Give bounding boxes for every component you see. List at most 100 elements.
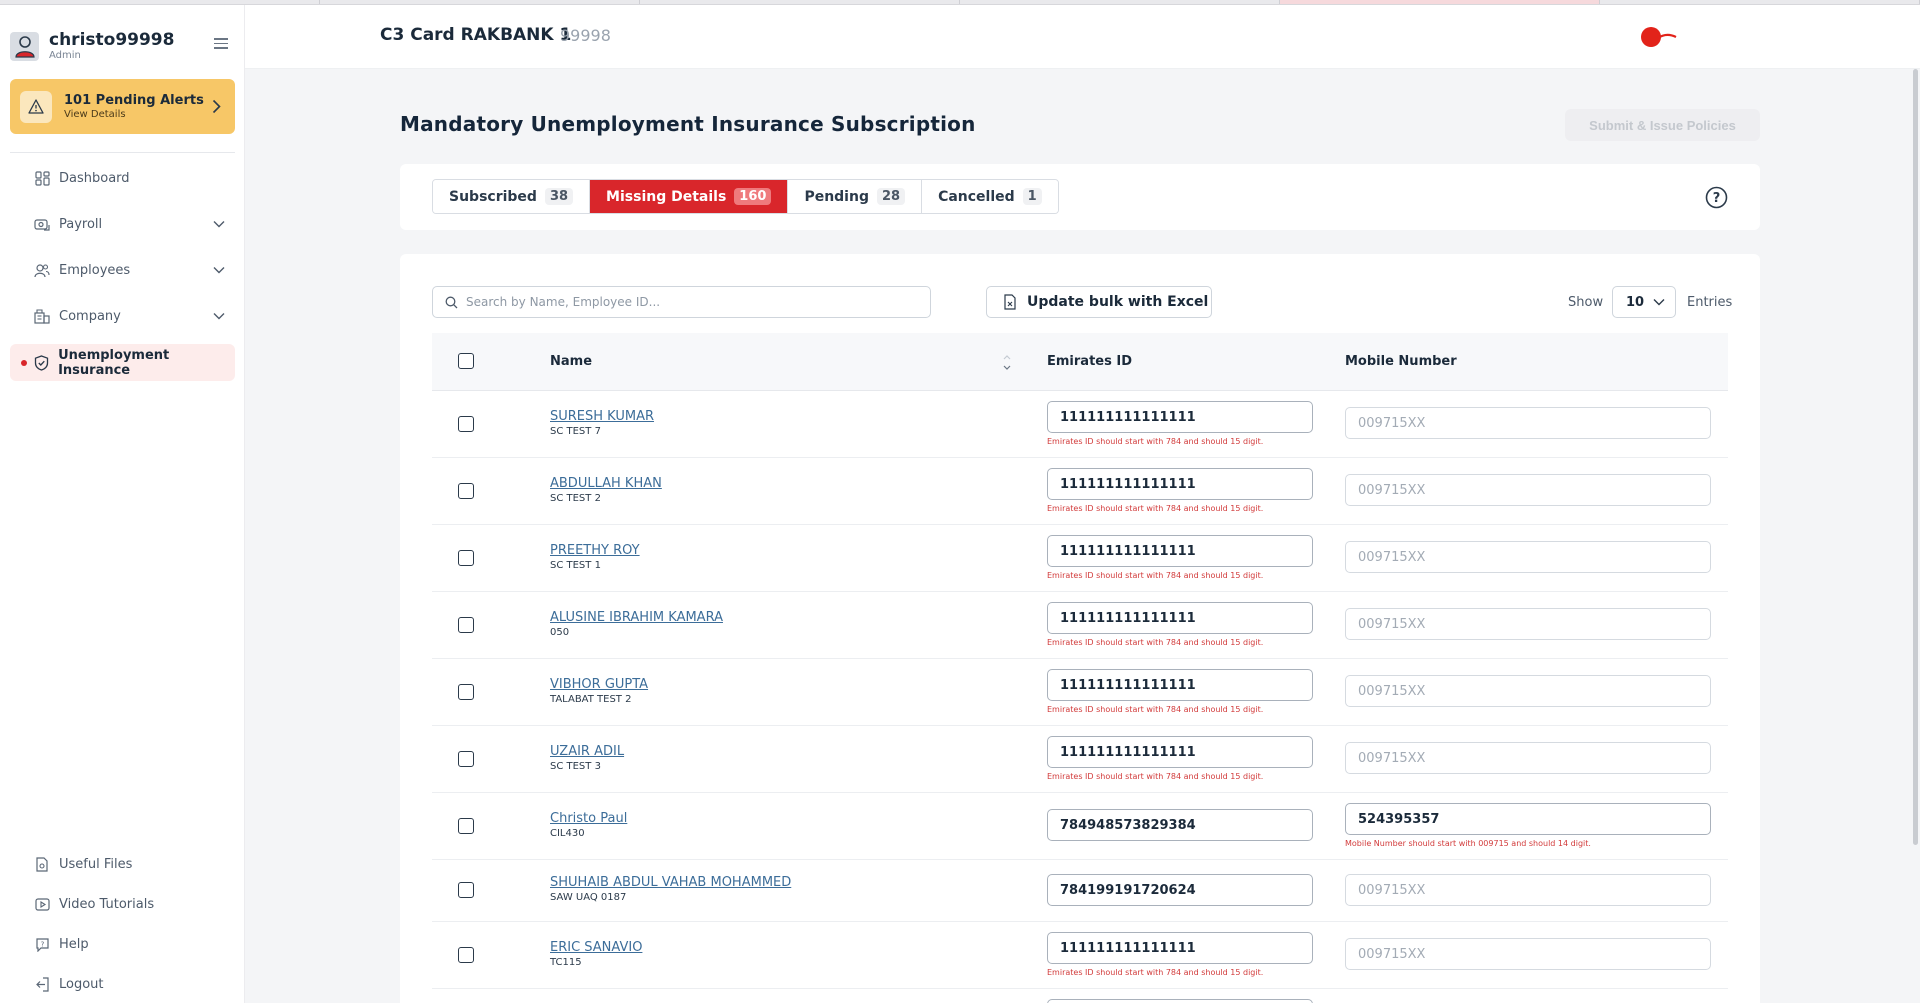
employee-name-link[interactable]: ALUSINE IBRAHIM KAMARA bbox=[550, 610, 723, 625]
sidebar: christo99998 Admin 101 Pending Alerts Vi… bbox=[0, 5, 245, 1003]
table-row bbox=[432, 989, 1728, 1003]
avatar bbox=[10, 31, 39, 61]
sidebar-nav: Dashboard Payroll Employees Company Unem… bbox=[10, 160, 235, 390]
column-header-mobile-number: Mobile Number bbox=[1345, 354, 1457, 369]
emirates-id-input[interactable] bbox=[1047, 809, 1313, 841]
update-bulk-excel-button[interactable]: Update bulk with Excel bbox=[986, 286, 1212, 318]
search-field[interactable] bbox=[432, 286, 931, 318]
row-checkbox[interactable] bbox=[458, 617, 474, 633]
employee-name-link[interactable]: ABDULLAH KHAN bbox=[550, 476, 662, 491]
emirates-id-input[interactable] bbox=[1047, 602, 1313, 634]
sidebar-item-employees[interactable]: Employees bbox=[10, 252, 235, 289]
employee-name-link[interactable]: ERIC SANAVIO bbox=[550, 940, 642, 955]
tab-label: Cancelled bbox=[938, 188, 1015, 205]
employee-code: TALABAT TEST 2 bbox=[550, 694, 632, 705]
logout-icon bbox=[34, 976, 50, 992]
brand-logo-icon bbox=[1641, 27, 1677, 47]
submit-issue-policies-button[interactable]: Submit & Issue Policies bbox=[1565, 109, 1760, 141]
page-scrollbar[interactable] bbox=[1913, 69, 1918, 845]
row-checkbox[interactable] bbox=[458, 818, 474, 834]
emirates-id-error: Emirates ID should start with 784 and sh… bbox=[1047, 968, 1264, 977]
mobile-number-input[interactable] bbox=[1345, 742, 1711, 774]
sidebar-item-payroll[interactable]: Payroll bbox=[10, 206, 235, 243]
employee-name-link[interactable]: UZAIR ADIL bbox=[550, 744, 624, 759]
mobile-number-error: Mobile Number should start with 009715 a… bbox=[1345, 839, 1591, 848]
emirates-id-input[interactable] bbox=[1047, 932, 1313, 964]
page-title: Mandatory Unemployment Insurance Subscri… bbox=[400, 112, 976, 136]
employee-code: SC TEST 2 bbox=[550, 493, 601, 504]
entries-value: 10 bbox=[1626, 294, 1645, 310]
emirates-id-input[interactable] bbox=[1047, 468, 1313, 500]
excel-file-icon bbox=[1003, 294, 1017, 310]
sidebar-item-useful-files[interactable]: Useful Files bbox=[10, 848, 235, 880]
row-checkbox[interactable] bbox=[458, 882, 474, 898]
employee-name-link[interactable]: VIBHOR GUPTA bbox=[550, 677, 648, 692]
row-checkbox[interactable] bbox=[458, 684, 474, 700]
table-row: PREETHY ROY SC TEST 1 Emirates ID should… bbox=[432, 525, 1728, 592]
sidebar-item-video-tutorials[interactable]: Video Tutorials bbox=[10, 888, 235, 920]
row-checkbox[interactable] bbox=[458, 483, 474, 499]
emirates-id-input[interactable] bbox=[1047, 874, 1313, 906]
sidebar-item-label: Company bbox=[59, 309, 121, 324]
table-row: VIBHOR GUPTA TALABAT TEST 2 Emirates ID … bbox=[432, 659, 1728, 726]
employee-name-link[interactable]: SHUHAIB ABDUL VAHAB MOHAMMED bbox=[550, 875, 791, 890]
emirates-id-error: Emirates ID should start with 784 and sh… bbox=[1047, 772, 1264, 781]
emirates-id-error: Emirates ID should start with 784 and sh… bbox=[1047, 504, 1264, 513]
mobile-number-input[interactable] bbox=[1345, 608, 1711, 640]
row-checkbox[interactable] bbox=[458, 751, 474, 767]
emirates-id-input[interactable] bbox=[1047, 736, 1313, 768]
emirates-id-input[interactable] bbox=[1047, 535, 1313, 567]
table-row: ALUSINE IBRAHIM KAMARA 050 Emirates ID s… bbox=[432, 592, 1728, 659]
table-row: Christo Paul CIL430 Mobile Number should… bbox=[432, 793, 1728, 860]
mobile-number-input[interactable] bbox=[1345, 407, 1711, 439]
search-input[interactable] bbox=[466, 295, 906, 309]
pending-alerts-card[interactable]: 101 Pending Alerts View Details bbox=[10, 79, 235, 134]
alert-subtitle: View Details bbox=[64, 109, 126, 120]
sidebar-item-help[interactable]: ? Help bbox=[10, 928, 235, 960]
sidebar-item-dashboard[interactable]: Dashboard bbox=[10, 160, 235, 197]
sidebar-item-unemployment-insurance[interactable]: Unemployment Insurance bbox=[10, 344, 235, 381]
employee-name-link[interactable]: PREETHY ROY bbox=[550, 543, 640, 558]
select-all-checkbox[interactable] bbox=[458, 353, 474, 369]
tab-cancelled[interactable]: Cancelled 1 bbox=[922, 180, 1058, 213]
tab-pending[interactable]: Pending 28 bbox=[788, 180, 923, 213]
svg-text:?: ? bbox=[1713, 191, 1721, 206]
table-row: SURESH KUMAR SC TEST 7 Emirates ID shoul… bbox=[432, 391, 1728, 458]
sidebar-item-logout[interactable]: Logout bbox=[10, 968, 235, 1000]
sidebar-item-label: Payroll bbox=[59, 217, 103, 232]
chevron-right-icon bbox=[212, 99, 221, 114]
emirates-id-input[interactable] bbox=[1047, 999, 1313, 1003]
tab-missing-details[interactable]: Missing Details 160 bbox=[590, 180, 789, 213]
mobile-number-input[interactable] bbox=[1345, 938, 1711, 970]
sidebar-divider bbox=[10, 152, 235, 153]
sidebar-item-company[interactable]: Company bbox=[10, 298, 235, 335]
emirates-id-input[interactable] bbox=[1047, 669, 1313, 701]
emirates-id-input[interactable] bbox=[1047, 401, 1313, 433]
sidebar-item-label: Help bbox=[59, 936, 89, 952]
top-header: C3 Card RAKBANK 1 99998 bbox=[245, 5, 1920, 69]
employee-name-link[interactable]: SURESH KUMAR bbox=[550, 409, 654, 424]
tab-count: 28 bbox=[876, 188, 906, 205]
row-checkbox[interactable] bbox=[458, 416, 474, 432]
menu-toggle-icon[interactable] bbox=[214, 38, 228, 50]
mobile-number-input[interactable] bbox=[1345, 541, 1711, 573]
mobile-number-input[interactable] bbox=[1345, 874, 1711, 906]
user-profile[interactable]: christo99998 Admin bbox=[10, 26, 240, 66]
mobile-number-input[interactable] bbox=[1345, 474, 1711, 506]
mobile-number-input[interactable] bbox=[1345, 803, 1711, 835]
row-checkbox[interactable] bbox=[458, 550, 474, 566]
employee-code: TC115 bbox=[550, 957, 582, 968]
tab-subscribed[interactable]: Subscribed 38 bbox=[433, 180, 591, 213]
sidebar-item-label: Unemployment Insurance bbox=[58, 347, 170, 378]
company-icon bbox=[34, 309, 50, 325]
user-icon bbox=[14, 36, 35, 58]
entries-select[interactable]: 10 bbox=[1612, 286, 1676, 318]
company-code: 99998 bbox=[560, 26, 611, 45]
sort-icon[interactable] bbox=[1002, 354, 1012, 371]
employee-name-link[interactable]: Christo Paul bbox=[550, 811, 627, 826]
tab-count: 38 bbox=[544, 188, 574, 205]
emirates-id-error: Emirates ID should start with 784 and sh… bbox=[1047, 705, 1264, 714]
help-circle-icon[interactable]: ? bbox=[1705, 186, 1728, 209]
mobile-number-input[interactable] bbox=[1345, 675, 1711, 707]
row-checkbox[interactable] bbox=[458, 947, 474, 963]
